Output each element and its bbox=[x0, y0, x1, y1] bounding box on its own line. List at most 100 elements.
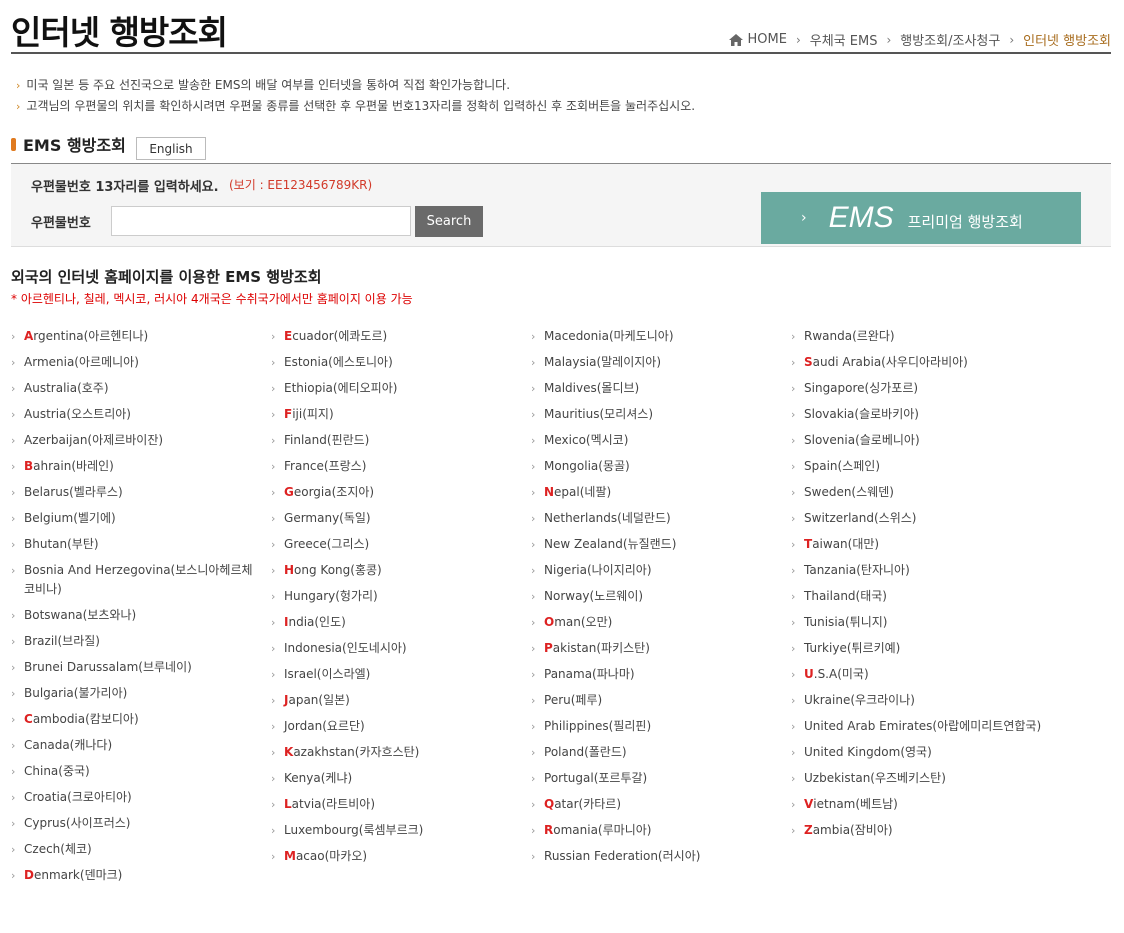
country-link[interactable]: Brunei Darussalam(브루네이) bbox=[11, 658, 261, 677]
country-link[interactable]: Turkiye(튀르키예) bbox=[791, 639, 1041, 658]
country-link[interactable]: Mauritius(모리셔스) bbox=[531, 405, 781, 424]
country-link[interactable]: Portugal(포르투갈) bbox=[531, 769, 781, 788]
country-link[interactable]: Australia(호주) bbox=[11, 379, 261, 398]
country-link[interactable]: Georgia(조지아) bbox=[271, 483, 521, 502]
country-link[interactable]: Switzerland(스위스) bbox=[791, 509, 1041, 528]
country-link[interactable]: Croatia(크로아티아) bbox=[11, 788, 261, 807]
country-link[interactable]: China(중국) bbox=[11, 762, 261, 781]
country-link[interactable]: Fiji(피지) bbox=[271, 405, 521, 424]
country-link[interactable]: Austria(오스트리아) bbox=[11, 405, 261, 424]
country-link[interactable]: Netherlands(네덜란드) bbox=[531, 509, 781, 528]
country-link[interactable]: Sweden(스웨덴) bbox=[791, 483, 1041, 502]
country-link[interactable]: Latvia(라트비아) bbox=[271, 795, 521, 814]
breadcrumb-ems[interactable]: 우체국 EMS bbox=[810, 30, 878, 49]
instruction-text: 우편물번호 13자리를 입력하세요. bbox=[31, 180, 219, 195]
country-link[interactable]: Romania(루마니아) bbox=[531, 821, 781, 840]
country-link[interactable]: Bahrain(바레인) bbox=[11, 457, 261, 476]
country-link[interactable]: Panama(파나마) bbox=[531, 665, 781, 684]
search-button[interactable]: Search bbox=[415, 206, 483, 237]
country-link[interactable]: Maldives(몰디브) bbox=[531, 379, 781, 398]
english-button[interactable]: English bbox=[136, 137, 206, 160]
country-link[interactable]: Cambodia(캄보디아) bbox=[11, 710, 261, 729]
country-link[interactable]: Poland(폴란드) bbox=[531, 743, 781, 762]
country-link[interactable]: Mexico(멕시코) bbox=[531, 431, 781, 450]
country-link[interactable]: Denmark(덴마크) bbox=[11, 866, 261, 885]
ems-premium-tracking-button[interactable]: › EMS 프리미엄 행방조회 bbox=[761, 192, 1081, 244]
country-link[interactable]: Qatar(카타르) bbox=[531, 795, 781, 814]
country-initial: S bbox=[804, 485, 812, 499]
country-link[interactable]: Estonia(에스토니아) bbox=[271, 353, 521, 372]
country-link[interactable]: Argentina(아르헨티나) bbox=[11, 327, 261, 346]
country-link[interactable]: New Zealand(뉴질랜드) bbox=[531, 535, 781, 554]
country-link[interactable]: Singapore(싱가포르) bbox=[791, 379, 1041, 398]
country-link[interactable]: Uzbekistan(우즈베키스탄) bbox=[791, 769, 1041, 788]
country-link[interactable]: Mongolia(몽골) bbox=[531, 457, 781, 476]
country-link[interactable]: Hungary(헝가리) bbox=[271, 587, 521, 606]
country-link[interactable]: Germany(독일) bbox=[271, 509, 521, 528]
country-link[interactable]: Nepal(네팔) bbox=[531, 483, 781, 502]
country-link[interactable]: Brazil(브라질) bbox=[11, 632, 261, 651]
country-link[interactable]: Slovenia(슬로베니아) bbox=[791, 431, 1041, 450]
country-link[interactable]: Ethiopia(에티오피아) bbox=[271, 379, 521, 398]
country-link[interactable]: Peru(페루) bbox=[531, 691, 781, 710]
country-link[interactable]: Russian Federation(러시아) bbox=[531, 847, 781, 866]
country-link[interactable]: Vietnam(베트남) bbox=[791, 795, 1041, 814]
country-link[interactable]: Kenya(케냐) bbox=[271, 769, 521, 788]
country-link[interactable]: Hong Kong(홍콩) bbox=[271, 561, 521, 580]
country-initial: B bbox=[24, 686, 33, 700]
country-link[interactable]: Macao(마카오) bbox=[271, 847, 521, 866]
breadcrumb-home[interactable]: HOME bbox=[747, 32, 786, 47]
country-link[interactable]: Ukraine(우크라이나) bbox=[791, 691, 1041, 710]
country-link[interactable]: Thailand(태국) bbox=[791, 587, 1041, 606]
country-link[interactable]: Nigeria(나이지리아) bbox=[531, 561, 781, 580]
country-name: zbekistan(우즈베키스탄) bbox=[812, 771, 946, 785]
country-name: elarus(벨라루스) bbox=[32, 485, 123, 499]
country-link[interactable]: Bulgaria(불가리아) bbox=[11, 684, 261, 703]
country-link[interactable]: Tanzania(탄자니아) bbox=[791, 561, 1041, 580]
country-link[interactable]: Luxembourg(룩셈부르크) bbox=[271, 821, 521, 840]
country-link[interactable]: Oman(오만) bbox=[531, 613, 781, 632]
country-initial: G bbox=[284, 511, 294, 525]
country-link[interactable]: Taiwan(대만) bbox=[791, 535, 1041, 554]
country-link[interactable]: Bhutan(부탄) bbox=[11, 535, 261, 554]
country-link[interactable]: Bosnia And Herzegovina(보스니아헤르체코비나) bbox=[11, 561, 261, 599]
country-link[interactable]: U.S.A(미국) bbox=[791, 665, 1041, 684]
country-link[interactable]: Belgium(벨기에) bbox=[11, 509, 261, 528]
country-link[interactable]: Botswana(보츠와나) bbox=[11, 606, 261, 625]
country-name: unisia(튀니지) bbox=[809, 615, 888, 629]
country-link[interactable]: Cyprus(사이프러스) bbox=[11, 814, 261, 833]
country-link[interactable]: Indonesia(인도네시아) bbox=[271, 639, 521, 658]
country-link[interactable]: Greece(그리스) bbox=[271, 535, 521, 554]
country-link[interactable]: Pakistan(파키스탄) bbox=[531, 639, 781, 658]
country-link[interactable]: Jordan(요르단) bbox=[271, 717, 521, 736]
country-link[interactable]: Spain(스페인) bbox=[791, 457, 1041, 476]
country-link[interactable]: Slovakia(슬로바키아) bbox=[791, 405, 1041, 424]
country-link[interactable]: France(프랑스) bbox=[271, 457, 521, 476]
country-link[interactable]: Azerbaijan(아제르바이잔) bbox=[11, 431, 261, 450]
country-link[interactable]: Czech(체코) bbox=[11, 840, 261, 859]
country-link[interactable]: Philippines(필리핀) bbox=[531, 717, 781, 736]
country-link[interactable]: Japan(일본) bbox=[271, 691, 521, 710]
country-link[interactable]: Norway(노르웨이) bbox=[531, 587, 781, 606]
country-link[interactable]: United Kingdom(영국) bbox=[791, 743, 1041, 762]
country-link[interactable]: Finland(핀란드) bbox=[271, 431, 521, 450]
country-link[interactable]: Rwanda(르완다) bbox=[791, 327, 1041, 346]
country-link[interactable]: Macedonia(마케도니아) bbox=[531, 327, 781, 346]
country-link[interactable]: Saudi Arabia(사우디아라비아) bbox=[791, 353, 1041, 372]
tracking-number-input[interactable] bbox=[111, 206, 411, 236]
country-link[interactable]: Tunisia(튀니지) bbox=[791, 613, 1041, 632]
country-link[interactable]: Belarus(벨라루스) bbox=[11, 483, 261, 502]
country-name: enya(케냐) bbox=[291, 771, 353, 785]
country-link[interactable]: Zambia(잠비아) bbox=[791, 821, 1041, 840]
country-link[interactable]: Ecuador(에콰도르) bbox=[271, 327, 521, 346]
breadcrumb-tracking[interactable]: 행방조회/조사청구 bbox=[900, 30, 1000, 49]
home-icon[interactable] bbox=[729, 33, 744, 46]
country-link[interactable]: United Arab Emirates(아랍에미리트연합국) bbox=[791, 717, 1041, 736]
country-link[interactable]: Kazakhstan(카자흐스탄) bbox=[271, 743, 521, 762]
country-link[interactable]: Malaysia(말레이지아) bbox=[531, 353, 781, 372]
country-name: ermany(독일) bbox=[293, 511, 371, 525]
country-link[interactable]: Israel(이스라엘) bbox=[271, 665, 521, 684]
country-link[interactable]: India(인도) bbox=[271, 613, 521, 632]
country-link[interactable]: Armenia(아르메니아) bbox=[11, 353, 261, 372]
country-link[interactable]: Canada(캐나다) bbox=[11, 736, 261, 755]
